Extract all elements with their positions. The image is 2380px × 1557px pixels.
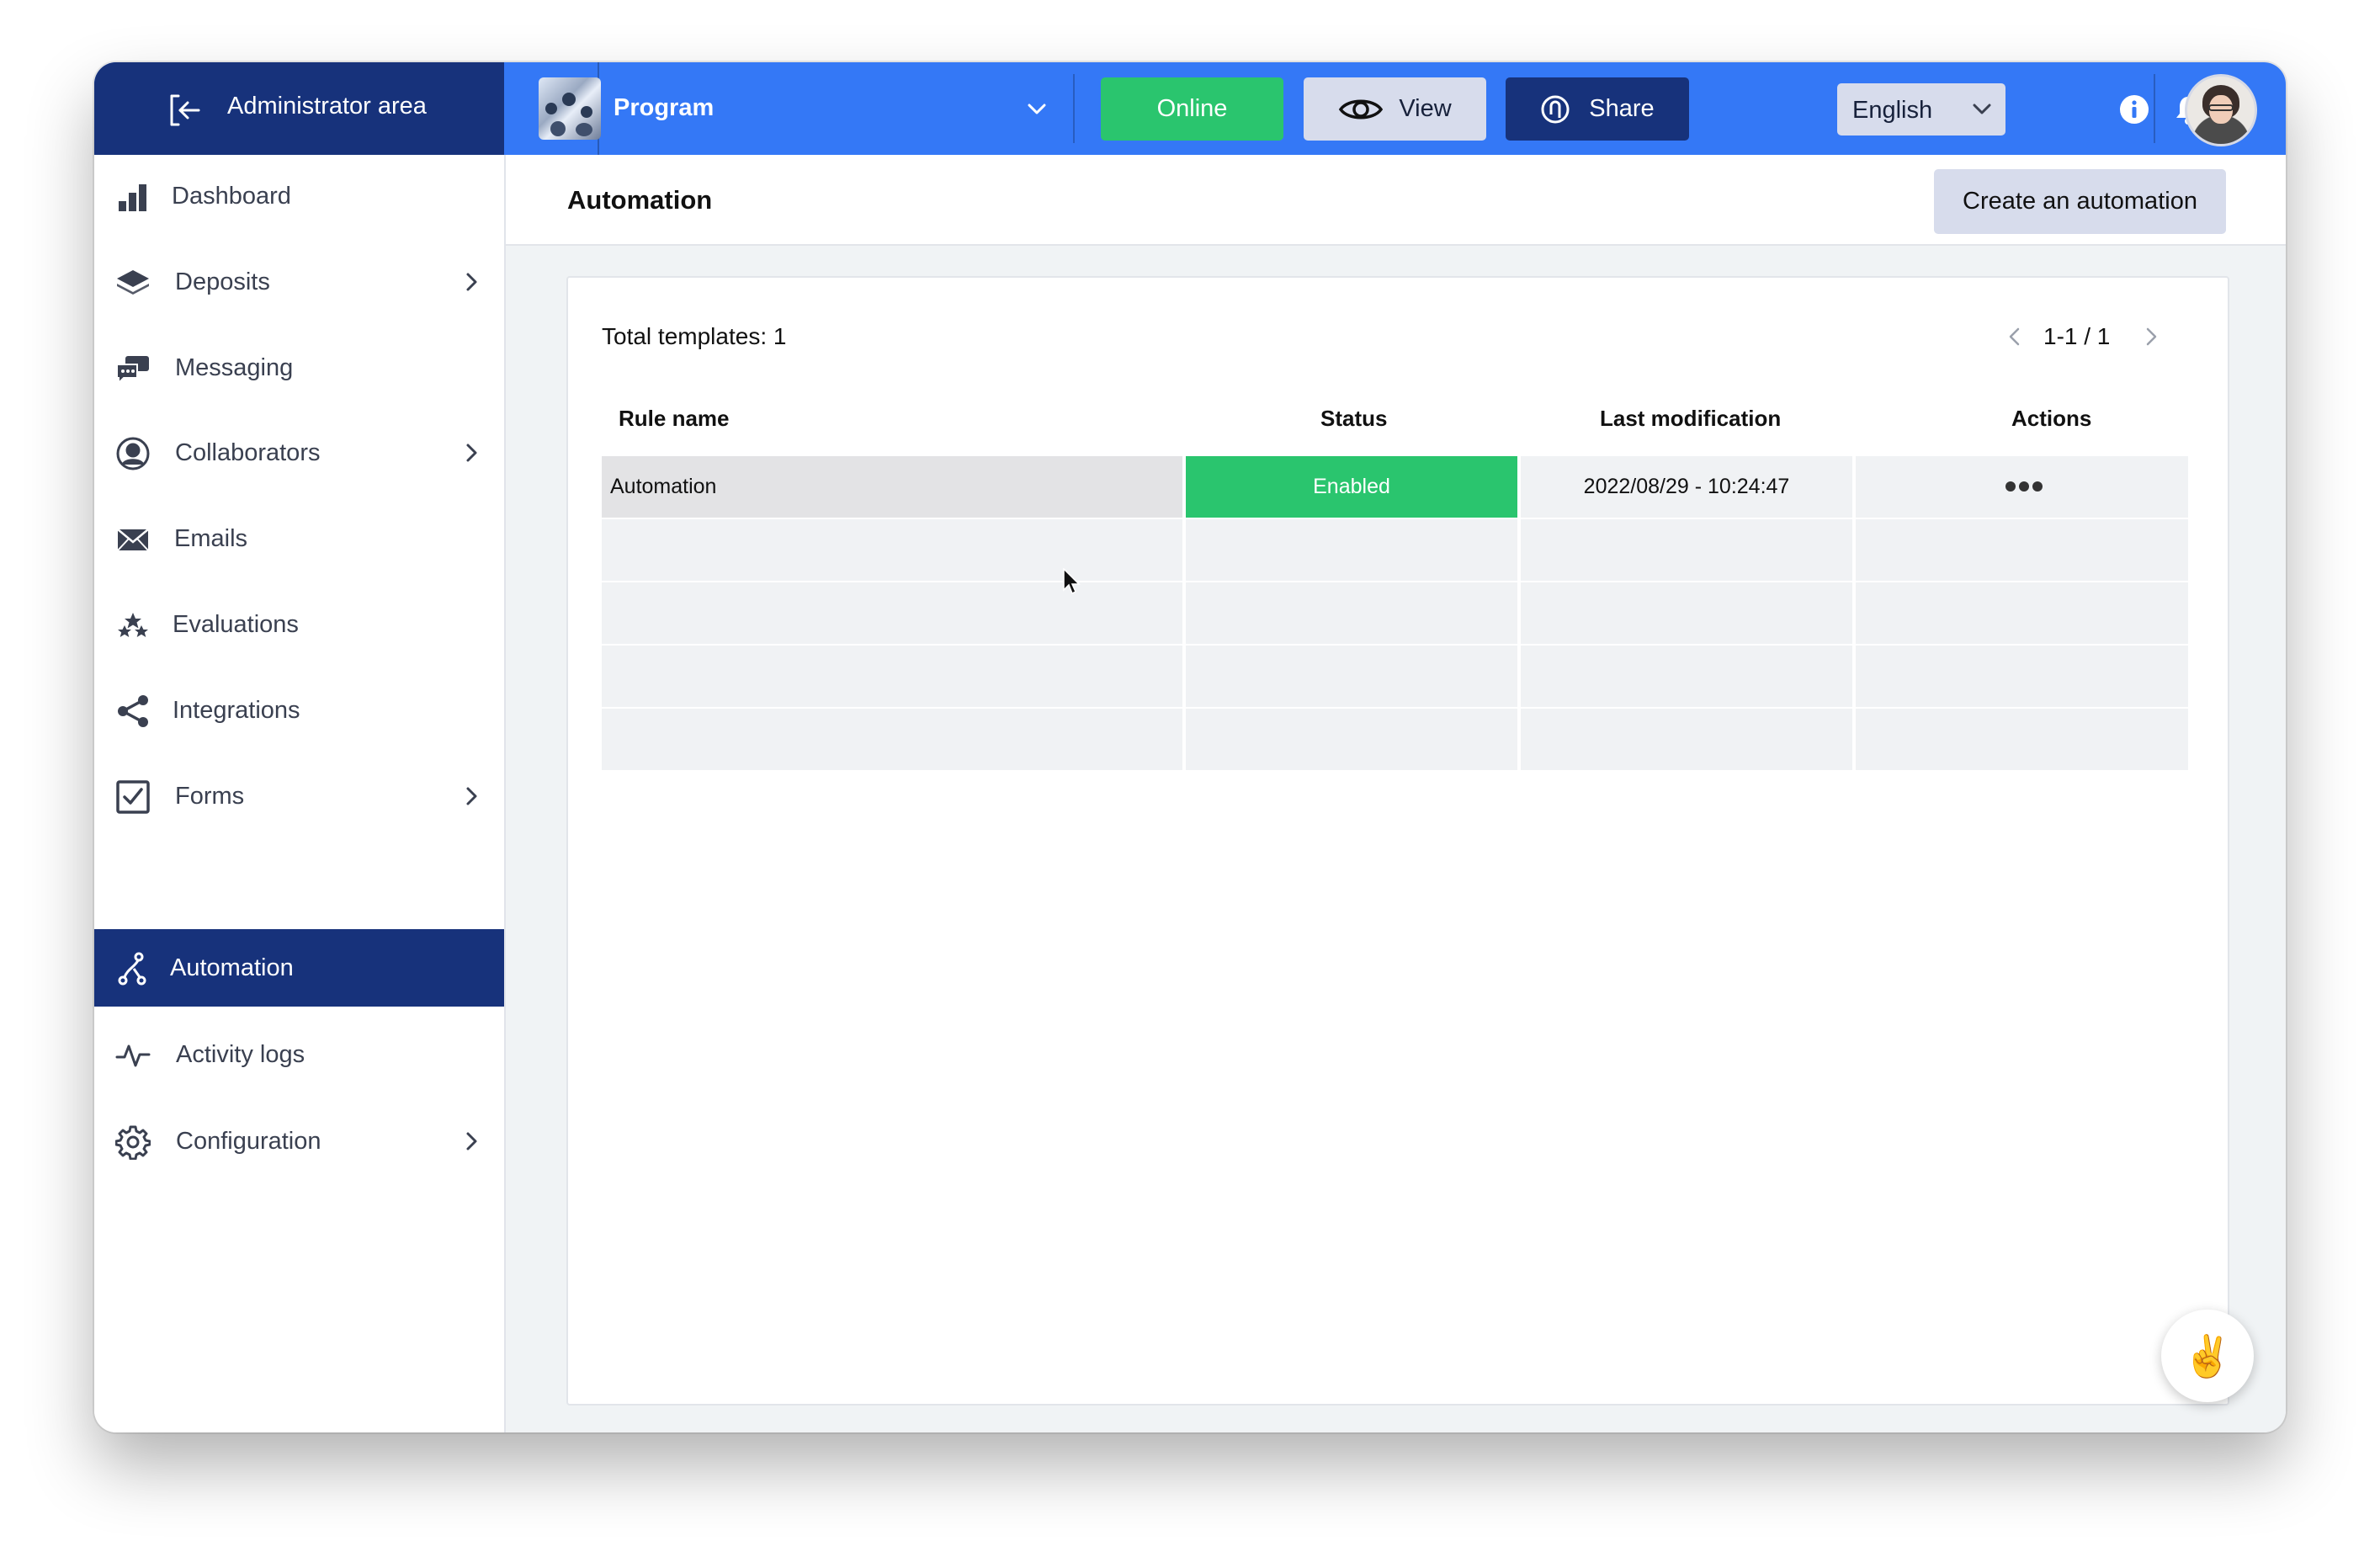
- share-at-icon: [1541, 95, 1570, 123]
- layers-icon: [117, 270, 149, 295]
- view-label: View: [1399, 95, 1452, 122]
- program-selector-label[interactable]: Program: [614, 94, 714, 122]
- pulse-icon: [115, 1044, 151, 1067]
- sidebar-item-label: Forms: [175, 783, 245, 810]
- table-row-empty: [602, 646, 2188, 707]
- chevron-right-icon: [466, 444, 477, 462]
- templates-card: Total templates: 1 1-1 / 1 Rule name Sta…: [566, 276, 2229, 1406]
- administrator-area-link[interactable]: Administrator area: [94, 62, 504, 155]
- chevron-down-icon: [1973, 104, 1991, 114]
- chevron-down-icon[interactable]: [1025, 98, 1049, 121]
- user-circle-icon: [116, 437, 150, 470]
- rule-name: Automation: [610, 475, 717, 498]
- bar-chart-icon: [119, 184, 146, 211]
- actions-cell: [1856, 456, 2188, 518]
- share-button[interactable]: Share: [1506, 77, 1689, 141]
- user-avatar[interactable]: [2185, 74, 2257, 146]
- create-automation-label: Create an automation: [1963, 188, 2197, 215]
- status-badge: Enabled: [1313, 475, 1390, 498]
- sidebar-item-forms[interactable]: Forms: [94, 757, 504, 835]
- chevron-right-icon: [466, 1132, 477, 1150]
- sidebar-item-label: Emails: [174, 525, 248, 552]
- chevron-right-icon: [466, 787, 477, 805]
- main-content: Automation Create an automation Total te…: [504, 155, 2286, 1432]
- last-modification-cell: 2022/08/29 - 10:24:47: [1521, 456, 1852, 518]
- sidebar-item-configuration[interactable]: Configuration: [94, 1103, 504, 1180]
- sidebar-item-dashboard[interactable]: Dashboard: [94, 157, 504, 235]
- table-row-empty: [602, 519, 2188, 581]
- sidebar-item-evaluations[interactable]: Evaluations: [94, 586, 504, 663]
- page-title: Automation: [567, 185, 713, 215]
- share-label: Share: [1589, 95, 1655, 122]
- sidebar-item-label: Collaborators: [175, 439, 321, 466]
- table-row-empty: [602, 709, 2188, 770]
- feedback-button[interactable]: ✌️: [2161, 1310, 2254, 1402]
- column-header-last-modification[interactable]: Last modification: [1600, 406, 1781, 432]
- chevron-left-icon[interactable]: [2003, 325, 2027, 348]
- sidebar-item-label: Messaging: [175, 354, 294, 381]
- online-label: Online: [1156, 95, 1228, 122]
- column-header-rule-name[interactable]: Rule name: [619, 406, 730, 432]
- status-cell: Enabled: [1186, 456, 1517, 518]
- page-header: Automation Create an automation: [506, 155, 2286, 246]
- sidebar-item-label: Configuration: [176, 1128, 321, 1155]
- sidebar-item-label: Deposits: [175, 268, 270, 295]
- checkbox-icon: [116, 780, 150, 814]
- divider: [2154, 74, 2155, 143]
- stars-icon: [118, 613, 148, 637]
- last-modification: 2022/08/29 - 10:24:47: [1583, 475, 1790, 498]
- chevron-right-icon[interactable]: [2139, 325, 2163, 348]
- exit-arrow-icon: [170, 94, 200, 126]
- pagination-range: 1-1 / 1: [2043, 323, 2111, 349]
- administrator-area-label: Administrator area: [227, 93, 427, 120]
- column-header-status[interactable]: Status: [1320, 406, 1387, 432]
- sidebar-item-label: Activity logs: [176, 1041, 305, 1068]
- sidebar-item-label: Integrations: [173, 697, 300, 724]
- top-bar: Administrator area Program Online View S: [94, 62, 2286, 155]
- sidebar-item-integrations[interactable]: Integrations: [94, 672, 504, 749]
- column-header-actions: Actions: [2011, 406, 2092, 431]
- sidebar-item-label: Automation: [170, 954, 294, 981]
- rule-name-cell[interactable]: Automation: [602, 456, 1182, 518]
- share-nodes-icon: [118, 695, 148, 727]
- divider: [1073, 74, 1075, 143]
- program-thumbnail[interactable]: [539, 77, 601, 140]
- more-actions-icon[interactable]: [2005, 481, 2043, 492]
- language-select[interactable]: English: [1837, 83, 2005, 136]
- chevron-right-icon: [466, 273, 477, 291]
- sidebar-item-automation[interactable]: Automation: [94, 929, 504, 1007]
- automation-icon: [118, 952, 146, 986]
- table-row-empty: [602, 582, 2188, 644]
- sidebar-item-collaborators[interactable]: Collaborators: [94, 414, 504, 492]
- mouse-cursor-icon: [1063, 568, 1081, 595]
- eye-icon: [1339, 99, 1384, 119]
- app-window: Administrator area Program Online View S: [94, 62, 2286, 1432]
- table-row[interactable]: Automation Enabled 2022/08/29 - 10:24:47: [602, 456, 2188, 518]
- sidebar-item-label: Evaluations: [173, 611, 299, 638]
- sidebar: Dashboard Deposits Messaging Collaborato…: [94, 155, 504, 1432]
- language-label: English: [1852, 97, 1933, 124]
- create-automation-button[interactable]: Create an automation: [1934, 169, 2226, 234]
- sidebar-item-deposits[interactable]: Deposits: [94, 243, 504, 321]
- view-button[interactable]: View: [1304, 77, 1486, 141]
- peace-hand-emoji: ✌️: [2182, 1334, 2233, 1379]
- sidebar-item-label: Dashboard: [172, 183, 291, 210]
- sidebar-item-activity-logs[interactable]: Activity logs: [94, 1016, 504, 1093]
- sidebar-item-messaging[interactable]: Messaging: [94, 329, 504, 407]
- online-button[interactable]: Online: [1101, 77, 1283, 141]
- pagination: 1-1 / 1: [2003, 321, 2188, 352]
- info-icon[interactable]: [2119, 94, 2149, 125]
- gear-icon: [115, 1125, 151, 1160]
- table-header: Rule name Status Last modification Actio…: [602, 406, 2188, 439]
- envelope-icon: [117, 529, 149, 551]
- sidebar-item-emails[interactable]: Emails: [94, 500, 504, 577]
- total-templates: Total templates: 1: [602, 323, 787, 349]
- chat-icon: [116, 356, 149, 385]
